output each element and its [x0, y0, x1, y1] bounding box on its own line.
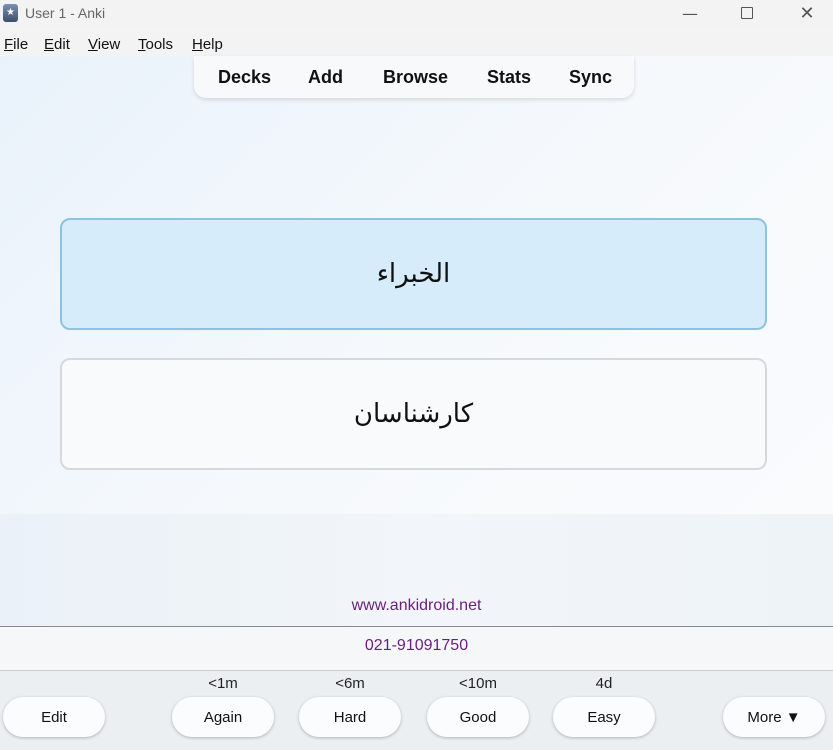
anki-logo-icon: ★	[3, 4, 18, 22]
good-due-label: <10m	[459, 675, 497, 692]
phone-number: 021-91091750	[364, 637, 469, 654]
card-front-text: الخبراء	[376, 259, 451, 289]
edit-button[interactable]: Edit	[3, 697, 105, 737]
toolbar-stats[interactable]: Stats	[487, 67, 531, 88]
easy-button[interactable]: Easy	[553, 697, 655, 737]
menu-file[interactable]: File	[4, 36, 28, 53]
card-front: الخبراء	[60, 218, 767, 330]
more-button[interactable]: More ▼	[723, 697, 825, 737]
menu-tools[interactable]: Tools	[138, 36, 173, 53]
again-due-label: <1m	[208, 675, 238, 692]
easy-due-label: 4d	[595, 675, 613, 692]
toolbar-sync[interactable]: Sync	[569, 67, 612, 88]
menu-view[interactable]: View	[88, 36, 120, 53]
toolbar-add[interactable]: Add	[308, 67, 343, 88]
answer-bar	[0, 671, 833, 750]
title-bar: ★ User 1 - Anki — ✕	[0, 0, 833, 30]
menu-bar: File Edit View Tools Help	[0, 31, 833, 57]
top-toolbar: Decks Add Browse Stats Sync	[194, 56, 634, 98]
website-link[interactable]: www.ankidroid.net	[0, 597, 833, 615]
toolbar-decks[interactable]: Decks	[218, 67, 271, 88]
close-icon[interactable]: ✕	[792, 3, 822, 25]
menu-help[interactable]: Help	[192, 36, 223, 53]
card-back-text: کارشناسان	[353, 399, 474, 429]
again-button[interactable]: Again	[172, 697, 274, 737]
toolbar-browse[interactable]: Browse	[383, 67, 448, 88]
good-button[interactable]: Good	[427, 697, 529, 737]
minimize-icon[interactable]: —	[675, 3, 705, 25]
menu-edit[interactable]: Edit	[44, 36, 70, 53]
maximize-icon[interactable]	[732, 3, 762, 25]
window-title: User 1 - Anki	[25, 5, 106, 21]
card-back: کارشناسان	[60, 358, 767, 470]
hard-button[interactable]: Hard	[299, 697, 401, 737]
hard-due-label: <6m	[335, 675, 365, 692]
